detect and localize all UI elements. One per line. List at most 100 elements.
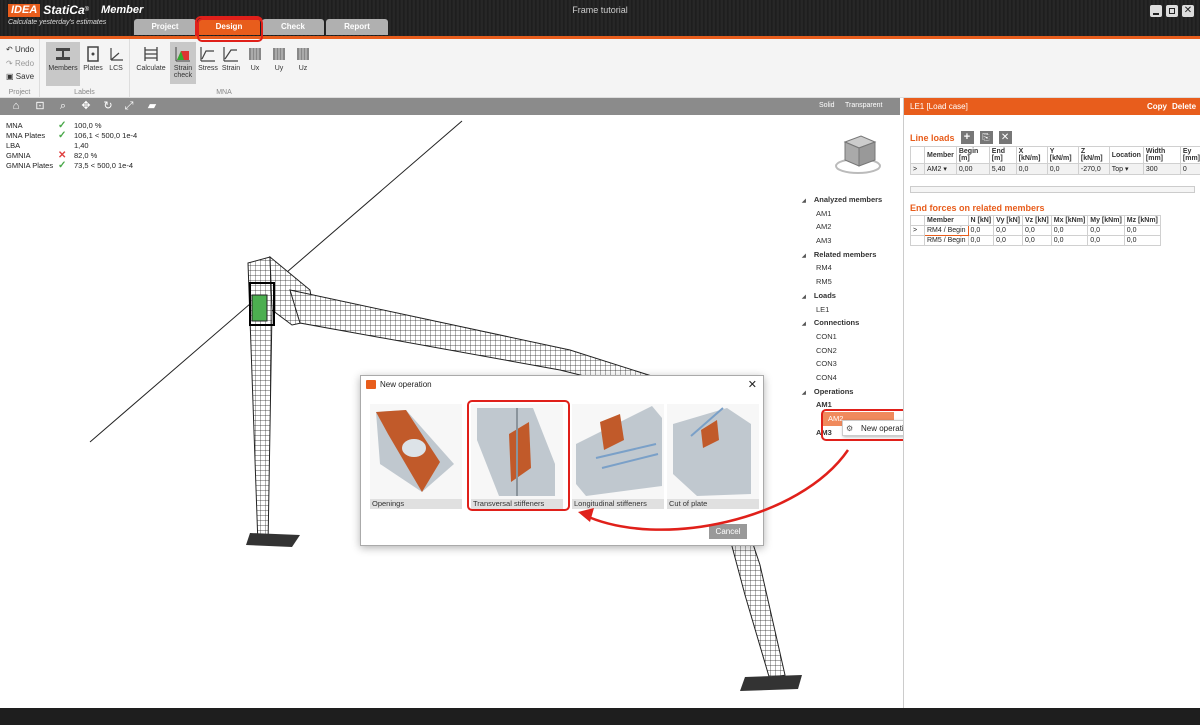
members-button[interactable]: Members [46,42,80,86]
view-cube-icon[interactable] [833,130,883,176]
lcs-button[interactable]: LCS [106,45,126,72]
ey-cell[interactable]: 0 [1179,163,1200,175]
cancel-button[interactable]: Cancel [709,524,747,539]
stress-button[interactable]: Stress [197,45,219,72]
option-label: Cut of plate [667,499,759,509]
undo-button[interactable]: ↶ Undo [6,45,34,54]
delete-button[interactable]: Delete [1172,98,1196,115]
location-select[interactable]: Top ▾ [1108,163,1144,175]
tree-item-am2[interactable]: AM2 [802,220,894,234]
tab-report[interactable]: Report [326,19,388,35]
result-row: GMNIA ✕ 82,0 % [6,151,137,161]
add-load-icon[interactable]: + [960,131,974,144]
table-header-row: Member N [kN] Vy [kN] Vz [kN] Mx [kNm] M… [910,215,1161,226]
close-icon[interactable]: ✕ [748,378,757,391]
begin-cell[interactable]: 0,00 [955,163,990,175]
column-header: Z [kN/m] [1077,146,1110,164]
option-longitudinal-stiffeners[interactable]: Longitudinal stiffeners [572,404,664,509]
transparent-view-button[interactable]: Transparent [845,102,882,109]
tree-item-con3[interactable]: CON3 [802,357,894,371]
tree-item-rm5[interactable]: RM5 [802,275,894,289]
n-cell[interactable]: 0,0 [967,225,995,236]
delete-load-icon[interactable]: ✕ [998,131,1012,144]
calculate-button[interactable]: Calculate [136,45,166,72]
solid-view-button[interactable]: Solid [819,102,835,109]
option-openings[interactable]: Openings [370,404,462,509]
save-button[interactable]: ▣ Save [6,72,34,81]
ux-button[interactable]: Ux [244,45,266,72]
end-cell[interactable]: 5,40 [988,163,1017,175]
highlight-transversal-option [467,400,570,511]
close-window-button[interactable]: ✕ [1182,5,1194,17]
uy-button[interactable]: Uy [268,45,290,72]
tree-item-am3[interactable]: AM3 [802,234,894,248]
line-loads-title: Line loads [910,132,955,143]
tree-item-con4[interactable]: CON4 [802,371,894,385]
strain-label: Strain [221,65,241,72]
member-select[interactable]: AM2 ▾ [924,163,957,175]
eraser-icon[interactable]: ▰ [146,100,158,112]
vy-cell[interactable]: 0,0 [993,225,1024,236]
row-expander-icon[interactable]: > [910,163,925,175]
y-cell[interactable]: 0,0 [1046,163,1079,175]
uz-button[interactable]: Uz [292,45,314,72]
tree-group-loads[interactable]: Loads [802,289,894,303]
table-row[interactable]: > AM2 ▾ 0,00 5,40 0,0 0,0 -270,0 Top ▾ 3… [910,163,1200,175]
tree-item-rm4[interactable]: RM4 [802,261,894,275]
dialog-app-icon [366,380,376,389]
tree-item-con2[interactable]: CON2 [802,344,894,358]
result-name: GMNIA [6,151,31,160]
result-value: 1,40 [74,141,89,150]
n-cell[interactable]: 0,0 [967,235,995,246]
table-row[interactable]: > RM4 / Begin 0,0 0,0 0,0 0,0 0,0 0,0 [910,225,1161,236]
my-cell[interactable]: 0,0 [1087,235,1125,246]
option-cut-of-plate[interactable]: Cut of plate [667,404,759,509]
zoom-icon[interactable]: ⌕ [57,100,69,112]
result-value: 82,0 % [74,151,98,160]
column-header: Member [924,215,969,226]
vz-cell[interactable]: 0,0 [1022,235,1052,246]
strain-check-button[interactable]: Strain check [170,42,196,84]
tree-group-related[interactable]: Related members [802,248,894,262]
result-name: MNA [6,121,23,130]
rotate-icon[interactable]: ↻ [102,100,114,112]
redo-button[interactable]: ↷ Redo [6,59,34,68]
mz-cell[interactable]: 0,0 [1123,235,1161,246]
row-expander-icon[interactable]: > [910,225,925,236]
strain-button[interactable]: Strain [220,45,242,72]
copy-button[interactable]: Copy [1147,98,1167,115]
member-cell[interactable]: RM5 / Begin [924,235,969,246]
result-row: MNA ✓ 100,0 % [6,121,137,131]
table-row[interactable]: RM5 / Begin 0,0 0,0 0,0 0,0 0,0 0,0 [910,235,1161,246]
vy-cell[interactable]: 0,0 [993,235,1024,246]
ribbon: ↶ Undo ↷ Redo ▣ Save Project Members Pla… [0,39,1200,98]
fit-view-icon[interactable]: ⤢ [123,100,135,112]
tree-item-con1[interactable]: CON1 [802,330,894,344]
tree-group-connections[interactable]: Connections [802,316,894,330]
mx-cell[interactable]: 0,0 [1050,235,1089,246]
mx-cell[interactable]: 0,0 [1050,225,1089,236]
vz-cell[interactable]: 0,0 [1022,225,1052,236]
tree-group-operations[interactable]: Operations [802,385,894,399]
copy-load-icon[interactable]: ⎘ [979,131,993,144]
pan-icon[interactable]: ✥ [80,100,92,112]
horizontal-scrollbar[interactable] [910,186,1195,193]
zoom-window-icon[interactable]: ⊡ [34,100,46,112]
my-cell[interactable]: 0,0 [1087,225,1125,236]
tree-item-le1[interactable]: LE1 [802,303,894,317]
minimize-button[interactable] [1150,5,1162,17]
maximize-button[interactable] [1166,5,1178,17]
member-cell[interactable]: RM4 / Begin [924,225,969,236]
home-view-icon[interactable]: ⌂ [10,100,22,112]
tree-item-am1[interactable]: AM1 [802,207,894,221]
plates-button[interactable]: Plates [82,45,104,72]
x-cell[interactable]: 0,0 [1015,163,1048,175]
column-header: Location [1108,146,1144,164]
z-cell[interactable]: -270,0 [1077,163,1110,175]
width-cell[interactable]: 300 [1142,163,1181,175]
tab-project[interactable]: Project [134,19,196,35]
tab-check[interactable]: Check [262,19,324,35]
tagline: Calculate yesterday's estimates [8,19,107,26]
mz-cell[interactable]: 0,0 [1123,225,1161,236]
tree-group-analyzed[interactable]: Analyzed members [802,193,894,207]
